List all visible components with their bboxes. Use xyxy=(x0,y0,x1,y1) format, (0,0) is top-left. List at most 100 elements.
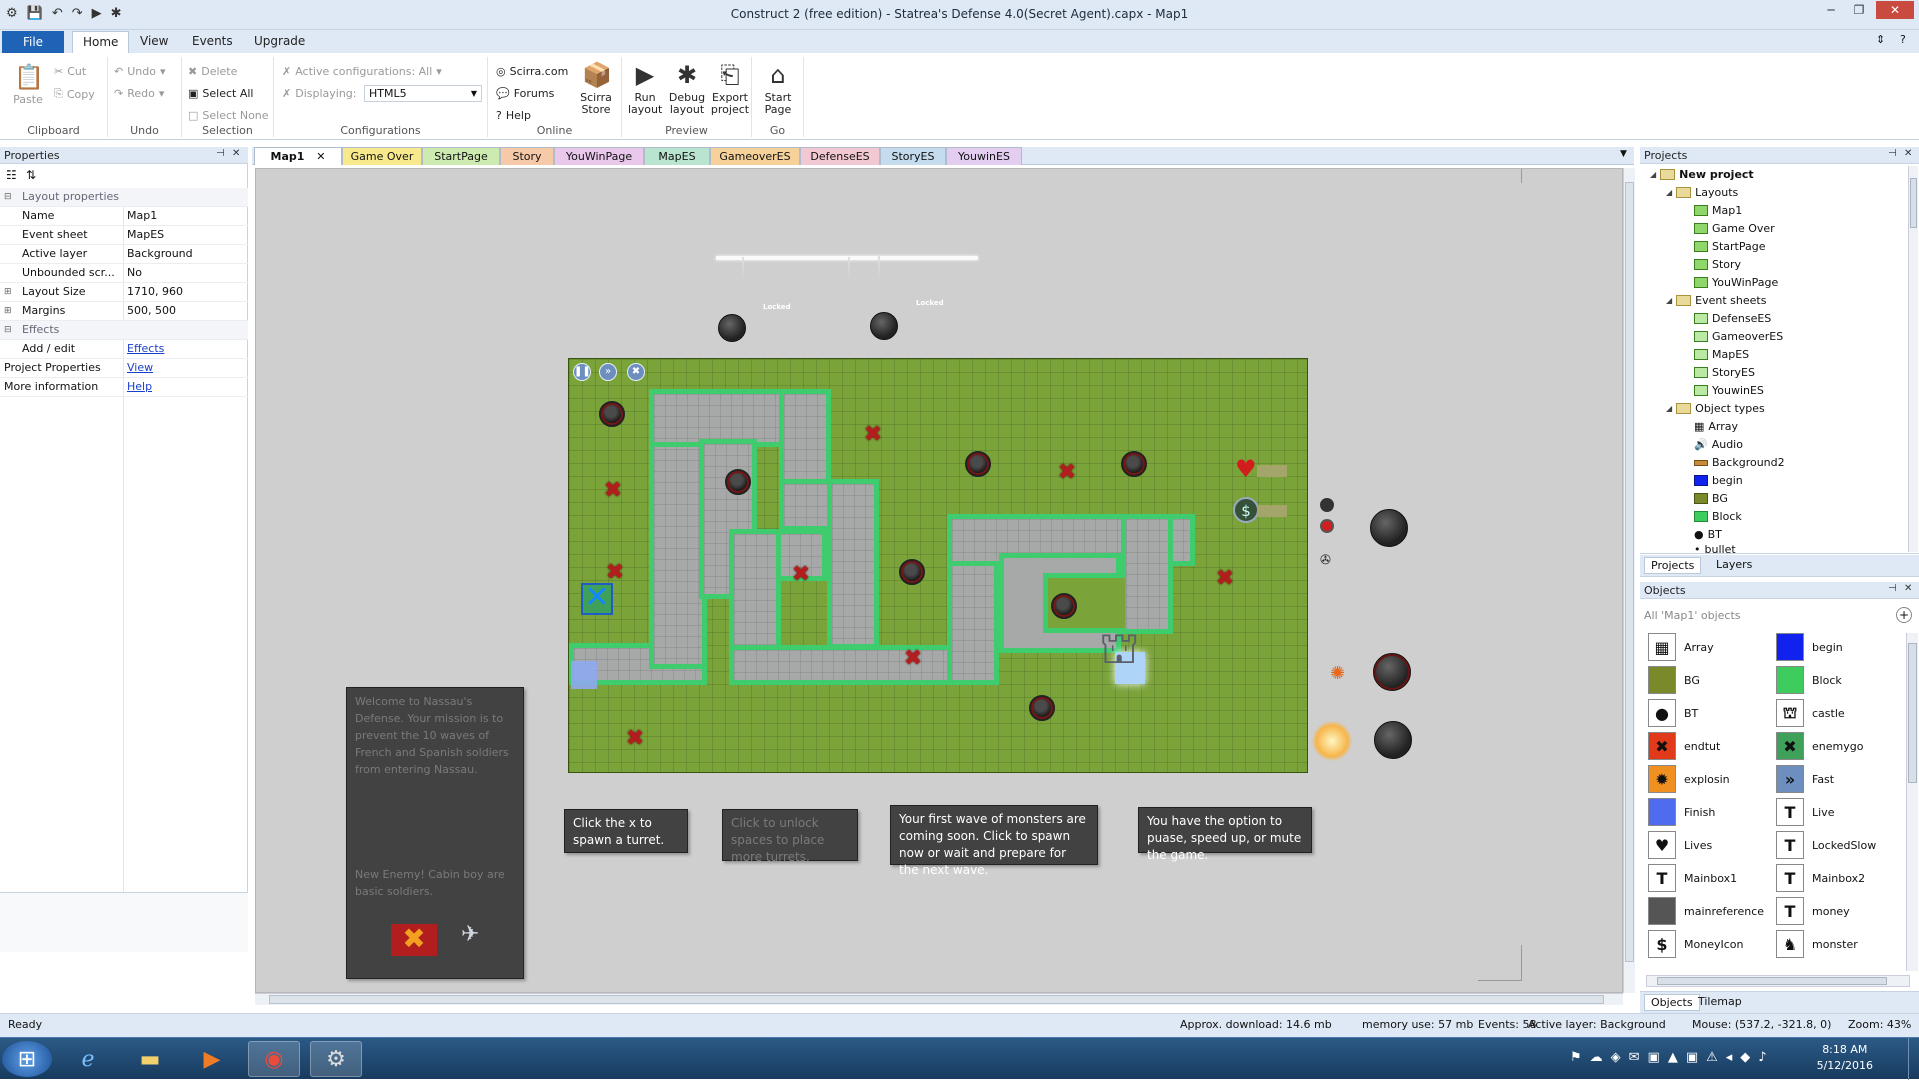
object-item[interactable]: ✖ enemygo xyxy=(1776,732,1863,760)
displaying-select[interactable]: HTML5 ▼ xyxy=(364,85,482,102)
cut-button[interactable]: ✂ Cut xyxy=(54,65,86,78)
turret[interactable] xyxy=(899,559,925,585)
tree-folder-object-types[interactable]: ◢ Object types xyxy=(1666,402,1765,415)
explosion-object[interactable] xyxy=(1312,721,1352,761)
close-icon[interactable]: ✕ xyxy=(232,148,240,159)
start-page-button[interactable]: ⌂ Start Page xyxy=(756,61,800,116)
object-item[interactable]: Tmoney xyxy=(1776,897,1850,925)
fast-forward-icon[interactable]: » xyxy=(599,363,617,381)
minimize-button[interactable]: ─ xyxy=(1818,1,1844,19)
enemy-go-marker[interactable]: ✕ xyxy=(581,583,613,615)
object-item[interactable]: T Mainbox1 xyxy=(1648,864,1737,892)
system-tray[interactable]: ⚑☁◈✉▣▲▣⚠◂◆♪ xyxy=(1570,1050,1775,1065)
expand-icon[interactable]: ⊞ xyxy=(4,302,12,320)
tree-item-layout[interactable]: StartPage xyxy=(1694,240,1766,253)
tab-upgrade[interactable]: Upgrade xyxy=(254,34,305,48)
tab-mapes[interactable]: MapES xyxy=(644,147,710,165)
tab-layers[interactable]: Layers xyxy=(1716,558,1752,571)
objects-vscrollbar[interactable] xyxy=(1906,633,1918,971)
object-item[interactable]: » Fast xyxy=(1776,765,1834,793)
clock[interactable]: 8:18 AM 5/12/2016 xyxy=(1817,1042,1873,1074)
tabs-dropdown-icon[interactable]: ▼ xyxy=(1620,149,1627,159)
tree-item-object[interactable]: begin xyxy=(1694,474,1743,487)
prop-row[interactable]: Active layer Background xyxy=(0,245,248,264)
tab-events[interactable]: Events xyxy=(192,34,233,48)
object-item[interactable]: ● BT xyxy=(1648,699,1698,727)
object-item[interactable]: ♥ Lives xyxy=(1648,831,1712,859)
object-item[interactable]: begin xyxy=(1776,633,1843,661)
object-item[interactable]: T LockedSlow xyxy=(1776,831,1876,859)
tab-startpage[interactable]: StartPage xyxy=(422,147,500,165)
endtut-icon[interactable]: ✖ xyxy=(391,924,437,956)
delete-button[interactable]: ✖ Delete xyxy=(188,65,237,78)
layout-properties-section[interactable]: ⊟ Layout properties xyxy=(0,188,248,207)
tab-defensees[interactable]: DefenseES xyxy=(800,147,880,165)
tree-project-root[interactable]: ◢ New project xyxy=(1650,168,1754,181)
scroll-thumb[interactable] xyxy=(1910,178,1917,228)
paste-button[interactable]: 📋 Paste xyxy=(10,63,46,106)
effects-section[interactable]: ⊟ Effects xyxy=(0,321,248,340)
redo-button[interactable]: ↷ Redo ▾ xyxy=(114,87,164,100)
object-item[interactable]: BG xyxy=(1648,666,1700,694)
file-menu[interactable]: File xyxy=(2,31,64,53)
tip-box-turret[interactable]: Click the x to spawn a turret. xyxy=(564,809,688,853)
tree-item-event-sheet[interactable]: StoryES xyxy=(1694,366,1755,379)
turret-spot-marker[interactable]: ✖ xyxy=(1057,462,1077,484)
close-icon[interactable]: ✕ xyxy=(1904,148,1912,159)
pin-icon[interactable]: ⊣ xyxy=(1888,148,1897,159)
pin-icon[interactable]: ⊣ xyxy=(1888,583,1897,594)
turret[interactable] xyxy=(599,401,625,427)
prop-row[interactable]: Event sheet MapES xyxy=(0,226,248,245)
bullet-object[interactable] xyxy=(1320,519,1334,533)
turret-object[interactable] xyxy=(1370,509,1408,547)
tab-youwines[interactable]: YouwinES xyxy=(946,147,1022,165)
tab-projects[interactable]: Projects xyxy=(1644,557,1702,574)
effects-link[interactable]: Effects xyxy=(127,340,164,358)
expand-icon[interactable]: ⊞ xyxy=(4,283,12,301)
objects-filter[interactable]: All 'Map1' objects xyxy=(1644,609,1741,622)
turret-spot-marker[interactable]: ✖ xyxy=(791,564,811,586)
pin-icon[interactable]: ⊣ xyxy=(216,148,225,159)
copy-button[interactable]: ⎘ Copy xyxy=(54,87,95,101)
tab-objects[interactable]: Objects xyxy=(1644,994,1700,1011)
taskbar-media[interactable]: ▶ xyxy=(186,1041,238,1077)
restore-button[interactable]: ❐ xyxy=(1846,1,1872,19)
object-item[interactable]: T Mainbox2 xyxy=(1776,864,1865,892)
tip-box-wave[interactable]: Your first wave of monsters are coming s… xyxy=(890,805,1098,877)
tree-item-layout[interactable]: Story xyxy=(1694,258,1741,271)
scirra-store-button[interactable]: 📦 Scirra Store xyxy=(576,61,616,116)
tutorial-panel[interactable]: Welcome to Nassau's Defense. Your missio… xyxy=(346,687,524,979)
tip-box-unlock[interactable]: Click to unlock spaces to place more tur… xyxy=(722,809,858,864)
object-item[interactable]: ⛫ castle xyxy=(1776,699,1845,727)
close-button[interactable]: ✕ xyxy=(1876,1,1914,19)
turret[interactable] xyxy=(1051,593,1077,619)
object-item[interactable]: ▦ Array xyxy=(1648,633,1714,661)
tree-item-object[interactable]: 🔊 Audio xyxy=(1694,438,1743,451)
turret-object[interactable] xyxy=(1373,653,1411,691)
taskbar-chrome[interactable]: ◉ xyxy=(248,1041,300,1077)
turret-spot-marker[interactable]: ✖ xyxy=(903,648,923,670)
prop-row[interactable]: Unbounded scr... No xyxy=(0,264,248,283)
canvas-vertical-scrollbar[interactable] xyxy=(1623,168,1635,993)
turret[interactable] xyxy=(965,451,991,477)
mute-icon[interactable]: ✖ xyxy=(627,363,645,381)
tab-view[interactable]: View xyxy=(140,34,168,48)
tree-item-object[interactable]: • bullet xyxy=(1694,544,1736,554)
tree-item-object[interactable]: ● BT xyxy=(1694,528,1722,541)
prop-row[interactable]: ⊞ Layout Size 1710, 960 xyxy=(0,283,248,302)
scroll-thumb[interactable] xyxy=(1908,643,1917,783)
tree-folder-event-sheets[interactable]: ◢ Event sheets xyxy=(1666,294,1766,307)
turret[interactable] xyxy=(1121,451,1147,477)
tab-gameoveres[interactable]: GameoverES xyxy=(710,147,800,165)
object-item[interactable]: ♞ monster xyxy=(1776,930,1858,958)
start-button[interactable]: ⊞ xyxy=(2,1041,52,1077)
scirra-link[interactable]: ◎ Scirra.com xyxy=(496,65,568,78)
tab-home[interactable]: Home xyxy=(72,31,130,53)
tab-youwinpage[interactable]: YouWinPage xyxy=(554,147,644,165)
undo-button[interactable]: ↶ Undo ▾ xyxy=(114,65,166,78)
tree-item-layout[interactable]: Map1 xyxy=(1694,204,1742,217)
forums-link[interactable]: 💬 Forums xyxy=(496,87,554,100)
game-map[interactable]: ❚❚ » ✖ ✕ ⛫ ✖ ✖ ✖ ✖ ✖ ✖ ✖ ✖ ♥ $ xyxy=(568,358,1308,773)
tab-tilemap[interactable]: Tilemap xyxy=(1698,995,1742,1008)
layout-canvas[interactable]: Locked Locked ❚❚ » ✖ ✕ ⛫ ✖ ✖ ✖ ✖ ✖ ✖ ✖ ✖… xyxy=(255,168,1623,993)
